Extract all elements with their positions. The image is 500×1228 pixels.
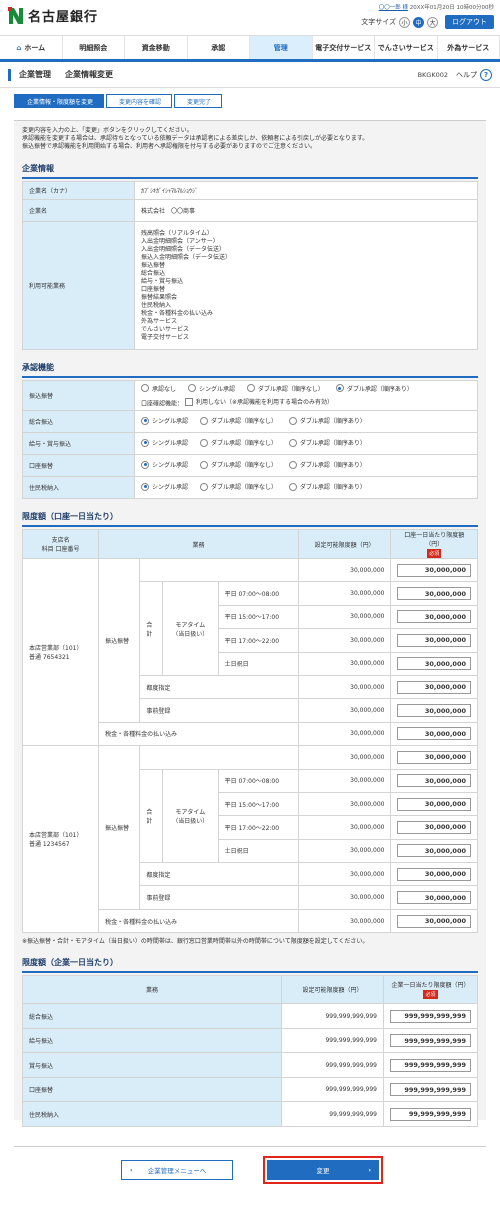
nav-management[interactable]: 管理 bbox=[250, 36, 313, 59]
bank-name: 名古屋銀行 bbox=[28, 10, 99, 25]
font-size-small-button[interactable]: 小 bbox=[399, 16, 410, 28]
font-size-label: 文字サイズ bbox=[361, 18, 396, 26]
header: 名古屋銀行 〇〇一郎 様 20XX年01月20日 10時00分00秒 文字サイズ… bbox=[0, 0, 500, 36]
account-cell: 本店営業部（101） 普通 7654321 bbox=[21, 557, 100, 747]
limit-input[interactable]: 30,000,000 bbox=[397, 587, 471, 601]
account-check-checkbox[interactable]: 利用しない（※承認機能を利用する場合のみ有効） bbox=[184, 397, 333, 406]
logout-button[interactable]: ログアウト bbox=[445, 15, 494, 29]
radio-option[interactable]: ダブル承認（順序なし） bbox=[199, 460, 277, 469]
page-subtitle: 企業情報変更 bbox=[65, 70, 113, 79]
chevron-left-icon: ‹ bbox=[130, 1166, 133, 1174]
limit-input[interactable]: 30,000,000 bbox=[397, 891, 471, 905]
company-info-heading: 企業情報 bbox=[22, 164, 54, 173]
global-nav: ⌂ ホーム 明細照会 資金移動 承認 管理 電子交付サービス でんさいサービス 外… bbox=[0, 36, 500, 62]
radio-option[interactable]: シングル承認 bbox=[141, 438, 188, 447]
nav-densai[interactable]: でんさいサービス bbox=[375, 36, 438, 59]
company-limits-table: 業務 設定可能限度額（円） 企業一日当たり限度額（円） 必須 総合振込 999,99… bbox=[22, 975, 478, 1127]
step-1: 企業情報・限度額を変更 bbox=[14, 94, 105, 108]
radio-option[interactable]: ダブル承認（順序なし） bbox=[199, 482, 277, 491]
bank-logo-icon bbox=[8, 6, 23, 24]
radio-option[interactable]: ダブル承認（順序あり） bbox=[288, 416, 366, 425]
table-row: 給与振込 999,999,999,999 999,999,999,999 bbox=[22, 1027, 478, 1054]
back-to-menu-button[interactable]: ‹ 企業管理メニューへ bbox=[121, 1160, 233, 1180]
account-limits-table: 支店名 科目 口座番号 業務 設定可能限度額（円） 口座一日当たり限度額（円） 必須… bbox=[21, 529, 478, 934]
step-2: 変更内容を確認 bbox=[106, 94, 173, 108]
button-bar: ‹ 企業管理メニューへ 変更 › bbox=[0, 1156, 500, 1184]
table-row: 賞与振込 999,999,999,999 999,999,999,999 bbox=[22, 1052, 478, 1078]
chevron-right-icon: › bbox=[368, 1166, 371, 1174]
table-row: 総合振込 999,999,999,999 999,999,999,999 bbox=[22, 1003, 478, 1029]
radio-option[interactable]: ダブル承認（順序あり） bbox=[288, 460, 366, 469]
nav-approval[interactable]: 承認 bbox=[188, 36, 250, 59]
radio-option[interactable]: ダブル承認（順序なし） bbox=[246, 384, 324, 393]
company-name-kana: ｶﾌﾞｼｷｶﾞｲｼｬﾏﾙﾏﾙｼｮｳｼﾞ bbox=[134, 181, 478, 200]
limit-input[interactable]: 999,999,999,999 bbox=[390, 1083, 471, 1096]
required-badge: 必須 bbox=[423, 990, 438, 1000]
main-content: 変更内容を入力の上、「変更」ボタンをクリックしてください。 承認機能を変更する場… bbox=[14, 120, 486, 1127]
limit-input[interactable]: 30,000,000 bbox=[397, 680, 471, 694]
radio-option[interactable]: ダブル承認（順序あり） bbox=[288, 482, 366, 491]
approval-table: 振込振替 承認なし シングル承認 ダブル承認（順序なし） ダブル承認（順序あり）… bbox=[22, 380, 478, 499]
limit-input[interactable]: 999,999,999,999 bbox=[390, 1058, 471, 1072]
company-info-table: 企業名（カナ） ｶﾌﾞｼｷｶﾞｲｼｬﾏﾙﾏﾙｼｮｳｼﾞ 企業名 株式会社 〇〇商事 … bbox=[22, 181, 478, 350]
home-icon: ⌂ bbox=[16, 43, 22, 52]
last-login: 20XX年01月20日 10時00分00秒 bbox=[409, 5, 494, 11]
radio-option[interactable]: シングル承認 bbox=[187, 384, 235, 393]
radio-option[interactable]: ダブル承認（順序なし） bbox=[199, 416, 277, 425]
radio-option[interactable]: 承認なし bbox=[141, 384, 176, 393]
table-row: 口座振替 999,999,999,999 999,999,999,999 bbox=[22, 1076, 478, 1103]
nav-transfer[interactable]: 資金移動 bbox=[125, 36, 188, 59]
limit-input[interactable]: 30,000,000 bbox=[397, 820, 471, 834]
font-size-medium-button[interactable]: 中 bbox=[413, 16, 424, 28]
limit-input[interactable]: 30,000,000 bbox=[397, 867, 471, 881]
radio-option[interactable]: シングル承認 bbox=[141, 460, 188, 469]
submit-change-button[interactable]: 変更 › bbox=[263, 1156, 383, 1184]
table-row: 住民税納入 99,999,999,999 99,999,999,999 bbox=[22, 1101, 478, 1127]
required-badge: 必須 bbox=[427, 549, 442, 558]
limit-input[interactable]: 999,999,999,999 bbox=[390, 1009, 471, 1023]
radio-option[interactable]: ダブル承認（順序あり） bbox=[288, 438, 366, 447]
radio-option[interactable]: ダブル承認（順序なし） bbox=[199, 438, 277, 447]
limit-input[interactable]: 30,000,000 bbox=[397, 657, 471, 671]
radio-option[interactable]: ダブル承認（順序あり） bbox=[335, 384, 413, 393]
limit-input[interactable]: 30,000,000 bbox=[397, 914, 471, 928]
nav-e-delivery[interactable]: 電子交付サービス bbox=[313, 36, 375, 59]
account-cell: 本店営業部（101） 普通 1234567 bbox=[21, 745, 100, 934]
limit-input[interactable]: 99,999,999,999 bbox=[390, 1107, 471, 1121]
company-limits-heading: 限度額（企業一日当たり） bbox=[22, 958, 118, 968]
user-name[interactable]: 〇〇一郎 様 bbox=[379, 5, 408, 11]
radio-option[interactable]: シングル承認 bbox=[141, 416, 188, 425]
font-size-large-button[interactable]: 大 bbox=[427, 16, 438, 28]
screen-id: BKGK002 bbox=[417, 70, 448, 79]
page-title: 企業管理 bbox=[19, 70, 51, 79]
account-limits-heading: 限度額（口座一日当たり） bbox=[22, 512, 118, 521]
limit-input[interactable]: 30,000,000 bbox=[397, 750, 471, 764]
approval-heading: 承認機能 bbox=[22, 363, 54, 372]
services-list: 残高照会（リアルタイム） 入出金明細照会（アンサー） 入出金明細照会（データ伝送）振… bbox=[134, 221, 478, 350]
help-link[interactable]: ヘルプ? bbox=[456, 68, 492, 81]
limit-input[interactable]: 30,000,000 bbox=[397, 633, 471, 647]
help-icon: ? bbox=[480, 68, 492, 81]
radio-option[interactable]: シングル承認 bbox=[141, 482, 188, 491]
limit-input[interactable]: 30,000,000 bbox=[397, 727, 471, 741]
limit-input[interactable]: 30,000,000 bbox=[397, 774, 471, 788]
company-name: 株式会社 〇〇商事 bbox=[134, 199, 478, 222]
limit-input[interactable]: 30,000,000 bbox=[397, 704, 471, 718]
limit-input[interactable]: 30,000,000 bbox=[397, 563, 471, 577]
limit-input[interactable]: 30,000,000 bbox=[397, 844, 471, 858]
limit-note: ※振込振替・合計・モアタイム（当日扱い）の時間帯は、銀行窓口営業時間帯以外の時間… bbox=[22, 938, 369, 946]
page-title-bar: 企業管理 企業情報変更 BKGK002 ヘルプ? bbox=[0, 62, 500, 88]
nav-statement[interactable]: 明細照会 bbox=[63, 36, 125, 59]
limit-input[interactable]: 30,000,000 bbox=[397, 797, 471, 811]
bank-logo[interactable]: 名古屋銀行 bbox=[8, 6, 98, 25]
intro-text: 変更内容を入力の上、「変更」ボタンをクリックしてください。 承認機能を変更する場… bbox=[22, 127, 369, 150]
limit-input[interactable]: 30,000,000 bbox=[397, 610, 471, 624]
nav-forex[interactable]: 外為サービス bbox=[438, 36, 500, 59]
nav-home[interactable]: ⌂ ホーム bbox=[0, 36, 63, 59]
step-3: 変更完了 bbox=[174, 94, 223, 108]
limit-input[interactable]: 999,999,999,999 bbox=[390, 1034, 471, 1047]
step-indicator: 企業情報・限度額を変更 変更内容を確認 変更完了 bbox=[14, 94, 500, 108]
